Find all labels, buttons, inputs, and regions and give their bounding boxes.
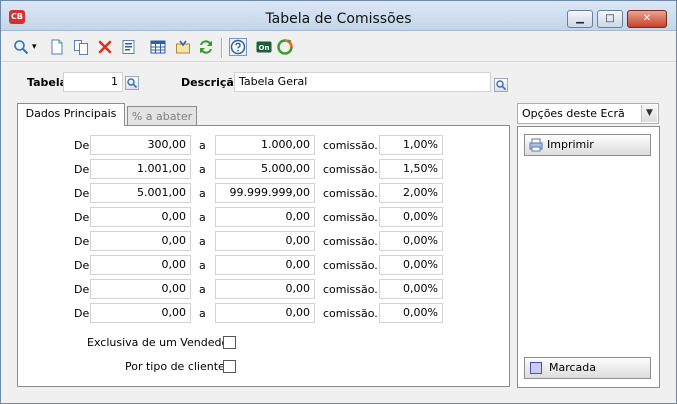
commission-percent-field[interactable]: 0,00% — [379, 303, 443, 323]
search-dropdown-icon[interactable]: ▾ — [32, 39, 40, 55]
de-label: De — [74, 187, 90, 200]
commission-percent-field[interactable]: 1,50% — [379, 159, 443, 179]
tabela-label: Tabela — [27, 76, 68, 89]
descricao-field[interactable]: Tabela Geral — [234, 72, 491, 92]
to-value-field[interactable]: 0,00 — [215, 279, 315, 299]
new-document-icon[interactable] — [49, 39, 65, 55]
de-label: De — [74, 283, 90, 296]
a-label: a — [199, 163, 206, 176]
to-value-field[interactable]: 99.999.999,00 — [215, 183, 315, 203]
chevron-down-icon[interactable]: ▼ — [641, 105, 657, 122]
marked-icon — [530, 362, 542, 374]
help-icon[interactable] — [229, 38, 247, 56]
de-label: De — [74, 259, 90, 272]
exclusiva-checkbox[interactable] — [223, 336, 236, 349]
commission-percent-field[interactable]: 0,00% — [379, 255, 443, 275]
from-value-field[interactable]: 0,00 — [90, 279, 191, 299]
de-label: De — [74, 211, 90, 224]
de-label: De — [74, 235, 90, 248]
opcoes-panel — [517, 126, 660, 388]
a-label: a — [199, 139, 206, 152]
to-value-field[interactable]: 0,00 — [215, 207, 315, 227]
close-button[interactable]: ✕ — [627, 10, 667, 28]
de-label: De — [74, 139, 90, 152]
comissao-label: comissão... — [323, 187, 385, 200]
de-label: De — [74, 163, 90, 176]
comissao-label: comissão... — [323, 235, 385, 248]
comissao-label: comissão... — [323, 283, 385, 296]
from-value-field[interactable]: 300,00 — [90, 135, 191, 155]
a-label: a — [199, 187, 206, 200]
a-label: a — [199, 235, 206, 248]
to-value-field[interactable]: 0,00 — [215, 303, 315, 323]
tabela-field[interactable]: 1 — [63, 72, 123, 92]
from-value-field[interactable]: 0,00 — [90, 303, 191, 323]
minimize-button[interactable]: ▁ — [567, 10, 593, 28]
toolbar-separator — [221, 38, 223, 58]
exclusiva-label: Exclusiva de um Vendedor — [87, 336, 233, 349]
search-icon[interactable] — [13, 39, 29, 55]
commission-percent-field[interactable]: 0,00% — [379, 207, 443, 227]
copy-document-icon[interactable] — [73, 39, 89, 55]
comissao-label: comissão... — [323, 259, 385, 272]
opcoes-select-label: Opções deste Ecrã — [522, 107, 625, 120]
imprimir-label: Imprimir — [547, 138, 594, 151]
to-value-field[interactable]: 5.000,00 — [215, 159, 315, 179]
a-label: a — [199, 283, 206, 296]
from-value-field[interactable]: 0,00 — [90, 255, 191, 275]
marcada-label: Marcada — [549, 361, 597, 374]
delete-icon[interactable] — [97, 39, 113, 55]
from-value-field[interactable]: 1.001,00 — [90, 159, 191, 179]
sync-icon[interactable] — [198, 39, 214, 55]
imprimir-button[interactable]: Imprimir — [524, 134, 651, 156]
title-bar[interactable]: CB Tabela de Comissões ▁ □ ✕ — [1, 1, 676, 31]
tipo-cliente-label: Por tipo de cliente — [125, 360, 225, 373]
tab-dados-principais[interactable]: Dados Principais — [17, 103, 125, 126]
printer-icon — [529, 138, 543, 152]
maximize-button[interactable]: □ — [597, 10, 623, 28]
magnifier-icon — [496, 80, 507, 91]
refresh-icon[interactable] — [277, 39, 293, 55]
commission-percent-field[interactable]: 1,00% — [379, 135, 443, 155]
descricao-label: Descrição — [181, 76, 242, 89]
svg-text:On: On — [259, 44, 270, 52]
magnifier-icon — [127, 78, 138, 89]
commission-percent-field[interactable]: 0,00% — [379, 231, 443, 251]
de-label: De — [74, 307, 90, 320]
comissao-label: comissão... — [323, 211, 385, 224]
toolbar: ▾ On — [1, 32, 676, 62]
to-value-field[interactable]: 0,00 — [215, 255, 315, 275]
descricao-lookup-button[interactable] — [494, 78, 508, 92]
marcada-button[interactable]: Marcada — [524, 357, 651, 379]
table-grid-icon[interactable] — [150, 39, 166, 55]
properties-icon[interactable] — [121, 39, 137, 55]
from-value-field[interactable]: 0,00 — [90, 231, 191, 251]
commission-percent-field[interactable]: 2,00% — [379, 183, 443, 203]
opcoes-select[interactable]: Opções deste Ecrã ▼ — [517, 103, 659, 124]
window: CB Tabela de Comissões ▁ □ ✕ ▾ On Tabela… — [0, 0, 677, 404]
comissao-label: comissão... — [323, 139, 385, 152]
export-icon[interactable] — [175, 39, 191, 55]
a-label: a — [199, 259, 206, 272]
comissao-label: comissão... — [323, 307, 385, 320]
a-label: a — [199, 211, 206, 224]
from-value-field[interactable]: 5.001,00 — [90, 183, 191, 203]
to-value-field[interactable]: 0,00 — [215, 231, 315, 251]
tipo-cliente-checkbox[interactable] — [223, 360, 236, 373]
online-icon[interactable]: On — [256, 39, 272, 55]
tabela-lookup-button[interactable] — [125, 76, 139, 90]
to-value-field[interactable]: 1.000,00 — [215, 135, 315, 155]
comissao-label: comissão... — [323, 163, 385, 176]
from-value-field[interactable]: 0,00 — [90, 207, 191, 227]
a-label: a — [199, 307, 206, 320]
commission-percent-field[interactable]: 0,00% — [379, 279, 443, 299]
